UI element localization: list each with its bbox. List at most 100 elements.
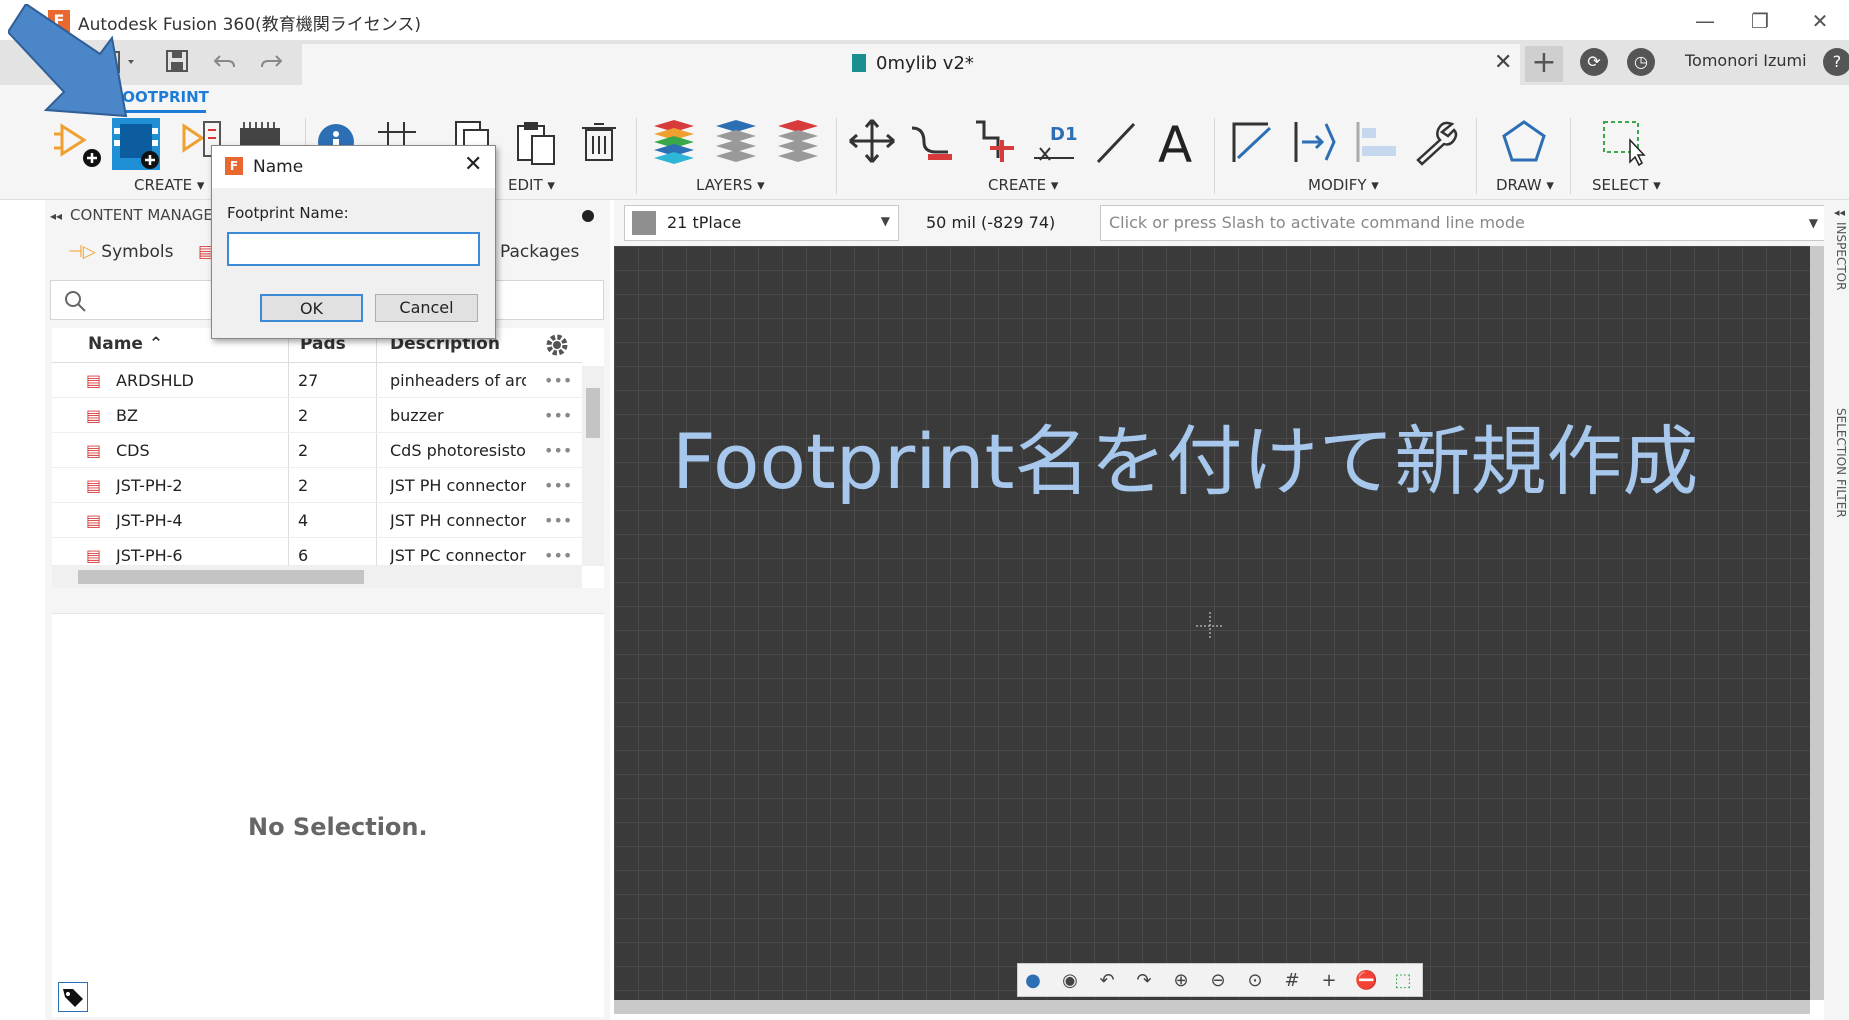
row-description: buzzer xyxy=(390,406,444,425)
instruction-caption: Footprint名を付けて新規作成 xyxy=(672,417,1699,506)
help-icon[interactable]: ? xyxy=(1823,48,1849,76)
create-group-label[interactable]: CREATE ▾ xyxy=(134,176,204,194)
select-window-icon[interactable]: ⬚ xyxy=(1392,970,1414,992)
svg-text:D1: D1 xyxy=(1050,124,1077,145)
row-name: ARDSHLD xyxy=(116,371,194,390)
dimension-icon[interactable]: D1 xyxy=(1030,118,1078,170)
cancel-button[interactable]: Cancel xyxy=(375,294,478,322)
extensions-icon[interactable]: ⟳ xyxy=(1580,48,1608,76)
command-line-input[interactable]: Click or press Slash to activate command… xyxy=(1100,205,1827,241)
polygon-icon[interactable] xyxy=(1500,118,1548,170)
modify-group-label[interactable]: MODIFY ▾ xyxy=(1308,176,1379,194)
redo-icon[interactable]: ↷ xyxy=(1133,970,1155,992)
wrench-icon[interactable] xyxy=(1412,118,1460,170)
row-pads: 2 xyxy=(298,476,309,495)
edit-group-label[interactable]: EDIT ▾ xyxy=(508,176,555,194)
select-group-label[interactable]: SELECT ▾ xyxy=(1592,176,1661,194)
draw-group-label[interactable]: DRAW ▾ xyxy=(1496,176,1554,194)
delete-icon[interactable] xyxy=(576,118,624,170)
column-settings-gear-icon[interactable] xyxy=(544,332,570,362)
row-menu-icon[interactable]: ••• xyxy=(544,511,572,530)
row-menu-icon[interactable]: ••• xyxy=(544,546,572,565)
grid-icon[interactable]: # xyxy=(1281,970,1303,992)
table-row[interactable]: ▤ ARDSHLD 27 pinheaders of arduino ••• xyxy=(52,363,582,398)
symbol-icon: ⊣▷ xyxy=(68,242,96,262)
new-symbol-icon[interactable] xyxy=(54,118,102,170)
smd-pad-icon[interactable] xyxy=(908,118,956,170)
list-horizontal-scrollbar[interactable] xyxy=(52,566,582,588)
content-manager-label: CONTENT MANAGER xyxy=(70,206,224,224)
row-menu-icon[interactable]: ••• xyxy=(544,441,572,460)
table-row[interactable]: ▤ CDS 2 CdS photoresistor ••• xyxy=(52,433,582,468)
line-tool-icon[interactable] xyxy=(1228,118,1276,170)
info-icon[interactable]: ● xyxy=(1022,970,1044,992)
save-icon[interactable] xyxy=(164,48,190,80)
layer-settings-icon[interactable] xyxy=(650,118,698,170)
new-tab-button[interactable]: + xyxy=(1525,46,1563,82)
eye-icon[interactable]: ◉ xyxy=(1059,970,1081,992)
pad-icon[interactable] xyxy=(970,118,1018,170)
selection-filter-tab[interactable]: SELECTION FILTER xyxy=(1834,408,1848,518)
create-right-group-label[interactable]: CREATE ▾ xyxy=(988,176,1058,194)
column-header-name[interactable]: Name ⌃ xyxy=(88,334,163,354)
table-row[interactable]: ▤ JST-PH-4 4 JST PH connector ••• xyxy=(52,503,582,538)
row-menu-icon[interactable]: ••• xyxy=(544,371,572,390)
document-tab-close-button[interactable]: ✕ xyxy=(1494,50,1512,75)
tab-symbols[interactable]: ⊣▷ Symbols xyxy=(68,242,173,262)
redo-icon[interactable] xyxy=(258,48,284,80)
row-menu-icon[interactable]: ••• xyxy=(544,406,572,425)
scroll-thumb[interactable] xyxy=(78,570,364,584)
table-row[interactable]: ▤ JST-PH-2 2 JST PH connector ••• xyxy=(52,468,582,503)
panel-options-icon[interactable] xyxy=(582,210,594,222)
add-icon[interactable]: + xyxy=(1318,970,1340,992)
ok-button[interactable]: OK xyxy=(260,294,363,322)
tab-packages[interactable]: Packages xyxy=(500,242,579,262)
row-description: JST PH connector xyxy=(390,476,526,495)
content-manager-title: ◂◂ CONTENT MANAGER xyxy=(50,206,223,224)
layer-select-value: 21 tPlace xyxy=(667,213,742,232)
footprint-name-input[interactable] xyxy=(227,232,480,266)
grid-coordinate-readout[interactable]: 50 mil (-829 74) xyxy=(926,213,1055,232)
row-menu-icon[interactable]: ••• xyxy=(544,476,572,495)
minimize-button[interactable]: — xyxy=(1680,6,1730,36)
tag-icon[interactable] xyxy=(58,982,88,1012)
dialog-title: Name xyxy=(253,157,304,177)
align-icon[interactable] xyxy=(1352,118,1400,170)
job-status-icon[interactable]: ◷ xyxy=(1627,48,1655,76)
select-window-icon[interactable] xyxy=(1600,118,1648,170)
no-selection-message: No Selection. xyxy=(248,813,428,841)
zoom-out-icon[interactable]: ⊖ xyxy=(1207,970,1229,992)
canvas-horizontal-scrollbar[interactable] xyxy=(614,1000,1810,1014)
restore-button[interactable]: ❐ xyxy=(1735,6,1785,36)
canvas-vertical-scrollbar[interactable] xyxy=(1810,246,1824,1000)
collapse-panel-icon[interactable]: ◂◂ xyxy=(50,209,62,223)
window-close-button[interactable]: ✕ xyxy=(1795,6,1845,36)
dialog-close-button[interactable]: ✕ xyxy=(464,152,482,177)
layer-select[interactable]: 21 tPlace ▼ xyxy=(624,205,899,241)
user-account-name[interactable]: Tomonori Izumi xyxy=(1685,51,1807,70)
table-row[interactable]: ▤ JST-PH-6 6 JST PC connector ••• xyxy=(52,538,582,566)
zoom-in-icon[interactable]: ⊕ xyxy=(1170,970,1192,992)
layers-group-label[interactable]: LAYERS ▾ xyxy=(696,176,765,194)
stop-icon[interactable]: ⛔ xyxy=(1355,970,1377,992)
undo-icon[interactable] xyxy=(212,48,238,80)
row-pads: 2 xyxy=(298,406,309,425)
list-vertical-scrollbar[interactable] xyxy=(582,366,604,566)
line-icon[interactable] xyxy=(1092,118,1140,170)
new-footprint-icon[interactable] xyxy=(112,118,160,170)
zoom-fit-icon[interactable]: ⊙ xyxy=(1244,970,1266,992)
inspector-tab[interactable]: INSPECTOR xyxy=(1834,222,1848,290)
row-description: CdS photoresistor xyxy=(390,441,526,460)
expand-panel-icon[interactable]: ◂◂ xyxy=(1834,206,1845,219)
extend-icon[interactable] xyxy=(1290,118,1338,170)
undo-icon[interactable]: ↶ xyxy=(1096,970,1118,992)
scroll-thumb[interactable] xyxy=(586,388,600,438)
move-icon[interactable] xyxy=(848,118,896,170)
layer-red-icon[interactable] xyxy=(774,118,822,170)
layer-blue-icon[interactable] xyxy=(712,118,760,170)
table-row[interactable]: ▤ BZ 2 buzzer ••• xyxy=(52,398,582,433)
crosshair-cursor-icon xyxy=(1196,612,1224,640)
ribbon-separator xyxy=(636,118,637,194)
text-icon[interactable]: A xyxy=(1154,116,1202,174)
paste-icon[interactable] xyxy=(512,118,560,170)
